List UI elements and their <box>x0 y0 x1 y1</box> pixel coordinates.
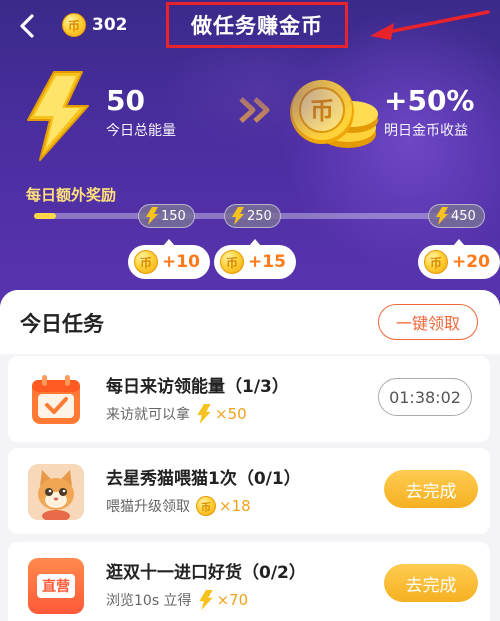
coin-bonus-value: +50% <box>384 84 475 117</box>
task-reward-value: ×70 <box>216 591 249 609</box>
task-subtitle: 喂猫升级领取 <box>106 499 190 515</box>
milestone-150: 150 <box>138 204 195 228</box>
milestone-reward-value: +10 <box>162 252 200 272</box>
task-title: 逛双十一进口好货（0/2） <box>106 563 306 583</box>
milestone-energy: 150 <box>161 208 186 224</box>
coin-icon <box>220 250 244 274</box>
annotation-arrow-icon <box>370 10 490 40</box>
task-panel-header: 今日任务 一键领取 <box>0 290 500 354</box>
lightning-icon <box>198 590 213 610</box>
page-title: 做任务赚金币 <box>191 14 323 38</box>
claim-all-button[interactable]: 一键领取 <box>378 304 478 340</box>
chevron-left-icon <box>20 14 34 38</box>
lightning-icon <box>436 207 448 225</box>
task-subtitle: 来访就可以拿 <box>106 407 190 423</box>
lightning-energy-icon <box>27 71 89 161</box>
coin-balance: 302 <box>62 13 128 37</box>
milestone-reward-bubble: +15 <box>214 239 296 279</box>
task-reward: ×18 <box>196 496 251 516</box>
task-card: 去星秀猫喂猫1次（0/1） 喂猫升级领取 ×18 去完成 <box>8 448 490 534</box>
coin-balance-value: 302 <box>92 15 128 35</box>
lightning-icon <box>146 207 158 225</box>
task-title: 去星秀猫喂猫1次（0/1） <box>106 469 301 489</box>
task-go-button[interactable]: 去完成 <box>384 564 478 602</box>
milestone-reward-value: +15 <box>248 252 286 272</box>
svg-text:币: 币 <box>310 97 334 125</box>
milestone-450: 450 <box>428 204 485 228</box>
coin-bonus-label: 明日金币收益 <box>384 123 468 139</box>
task-subtitle-row: 喂猫升级领取 ×18 <box>106 496 251 516</box>
cat-avatar-icon <box>28 464 84 520</box>
task-card: 每日来访领能量（1/3） 来访就可以拿 ×50 01:38:02 <box>8 356 490 442</box>
back-button[interactable] <box>14 12 42 40</box>
milestone-reward-value: +20 <box>452 252 490 272</box>
page-title-box: 做任务赚金币 <box>166 2 348 48</box>
total-energy-stat: 50 今日总能量 <box>106 86 176 140</box>
task-reward: ×50 <box>196 404 247 424</box>
calendar-check-icon <box>32 375 80 424</box>
milestone-energy: 450 <box>451 208 476 224</box>
total-energy-label: 今日总能量 <box>106 123 176 139</box>
task-subtitle-row: 浏览10s 立得 ×70 <box>106 590 248 610</box>
task-reward-value: ×18 <box>219 497 251 515</box>
task-panel: 今日任务 一键领取 每日来访领能量（1/3） 来访就可以拿 ×50 01:38:… <box>0 290 500 621</box>
task-subtitle-row: 来访就可以拿 ×50 <box>106 404 247 424</box>
task-title: 每日来访领能量（1/3） <box>106 377 289 397</box>
hero-banner: 302 做任务赚金币 50 今日总能量 币 +50% 明日金币收益 每日额外奖励 <box>0 0 500 310</box>
top-bar: 302 做任务赚金币 <box>0 0 500 54</box>
milestone-250: 250 <box>224 204 281 228</box>
milestone-reward-bubble: +20 <box>418 239 500 279</box>
coin-icon <box>62 13 86 37</box>
coin-icon <box>196 496 216 516</box>
task-reward: ×70 <box>198 590 249 610</box>
lightning-icon <box>232 207 244 225</box>
task-subtitle: 浏览10s 立得 <box>106 593 192 609</box>
double-chevron-right-icon <box>239 97 270 123</box>
direct-sale-label: 直营 <box>37 574 75 598</box>
task-card: 直营 逛双十一进口好货（0/2） 浏览10s 立得 ×70 去完成 <box>8 542 490 621</box>
total-energy-value: 50 <box>106 84 145 117</box>
direct-sale-icon: 直营 <box>28 558 84 614</box>
milestone-energy: 250 <box>247 208 272 224</box>
task-section-title: 今日任务 <box>20 312 104 336</box>
task-countdown-button[interactable]: 01:38:02 <box>378 378 472 416</box>
energy-progress-fill <box>34 213 56 219</box>
lightning-icon <box>197 404 211 424</box>
extra-reward-label: 每日额外奖励 <box>26 186 117 204</box>
coin-bonus-stat: +50% 明日金币收益 <box>384 86 474 140</box>
coin-icon <box>424 250 448 274</box>
milestone-reward-bubble: +10 <box>128 239 210 279</box>
coin-icon <box>134 250 158 274</box>
coin-pile-icon: 币 <box>290 80 378 148</box>
task-go-button[interactable]: 去完成 <box>384 470 478 508</box>
task-reward-value: ×50 <box>215 405 247 423</box>
